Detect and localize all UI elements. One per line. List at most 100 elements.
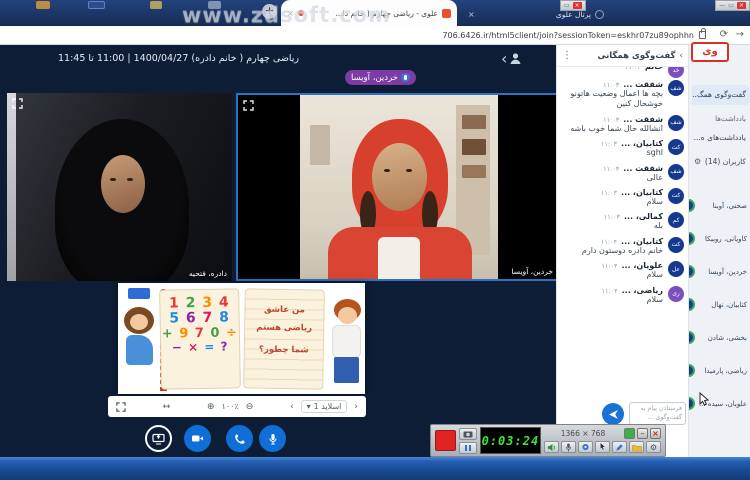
microphone-button[interactable] (259, 425, 286, 452)
webcam-label: دادره، فتحیه (189, 269, 227, 278)
zoom-in-icon[interactable]: ⊕ (207, 402, 215, 412)
chat-header: ⋮ گفت‌وگوی همگانی ‹ (557, 45, 688, 67)
tab-favicon (595, 10, 604, 19)
back-icon[interactable]: → (736, 29, 744, 40)
teacher-face (101, 155, 145, 213)
slide-numbers: 1 2 3 4 (160, 289, 238, 312)
webcam-icon (191, 432, 204, 445)
meeting-title: ریاضی چهارم ( خانم دادره) 1400/04/27 | 1… (58, 53, 302, 64)
chevron-left-icon: ‹ (501, 49, 507, 68)
slide-numbers: − × = ? (161, 340, 239, 355)
desktop-icon (88, 1, 105, 9)
talking-indicator[interactable]: خردین، آویسا (345, 70, 416, 85)
fit-to-width-icon[interactable]: ↔ (163, 402, 171, 412)
cursor-capture-button[interactable] (595, 441, 610, 453)
sidebar-item-public-chat[interactable]: گفت‌وگوی همگ... (692, 85, 750, 105)
slide-selector[interactable]: اسلاید 1 ▾ (301, 400, 348, 413)
open-folder-button[interactable] (629, 441, 644, 453)
kebab-menu-icon[interactable]: ⋮ (562, 50, 572, 61)
avatar (689, 331, 695, 344)
chat-message: شف شفقت ...۱۱:۰۳ عالی (562, 160, 684, 184)
user-list-item[interactable]: ریاضی، پارمیدا (689, 358, 750, 384)
sidebar-item-shared-notes[interactable]: یادداشت‌های ه... (694, 133, 746, 142)
chevron-left-icon[interactable]: ‹ (679, 51, 683, 61)
user-list-toggle[interactable]: ‹ (501, 50, 531, 67)
tab-favicon (442, 9, 451, 18)
talking-indicator-label: خردین، آویسا (351, 73, 398, 83)
webcam-teacher: دادره، فتحیه (7, 93, 232, 281)
windows-taskbar (0, 457, 750, 480)
window-controls[interactable]: —▭× (715, 0, 750, 11)
camera-icon (463, 430, 473, 438)
webcam-button[interactable] (578, 441, 593, 453)
avatar (689, 298, 695, 311)
browser-tab-inactive[interactable]: × پرتال علوی (462, 2, 610, 26)
slide-text: من عاشق ریاضی هستم شما چطور؟ (245, 289, 324, 360)
stop-recording-button[interactable] (435, 430, 456, 451)
speaker-button[interactable] (544, 441, 559, 453)
chat-message: کت کتابیان، ...۱۱:۰۳ سلام (562, 184, 684, 208)
chat-message-list[interactable]: خد خانم۱۱:۰۲ شف شفقت ...۱۱:۰۳ بچه ها اعم… (557, 67, 689, 399)
microphone-button[interactable] (561, 441, 576, 453)
screenshare-icon (152, 432, 165, 445)
pencil-icon (615, 443, 624, 452)
avatar: ری (668, 286, 684, 302)
portal-logo[interactable]: وی (691, 42, 729, 62)
send-message-button[interactable] (602, 403, 624, 425)
desktop-icon (36, 1, 50, 9)
user-list-item[interactable]: بخشی، شادن (689, 325, 750, 351)
fullscreen-icon[interactable] (243, 100, 254, 111)
presentation-slide[interactable]: 1 2 3 4 5 6 7 8 + 9 7 0 ÷ − × = ? من عاش… (118, 283, 365, 394)
avatar (689, 397, 695, 410)
screenshot-button[interactable] (459, 428, 477, 440)
previous-slide-icon[interactable]: › (354, 402, 358, 412)
phone-button[interactable] (226, 425, 253, 452)
screenshare-button[interactable] (145, 425, 172, 452)
window-controls[interactable]: ▭× (560, 0, 586, 11)
user-list-item[interactable]: کاویانی، روبیکا (689, 226, 750, 252)
user-list-item[interactable]: صحنی، آوینا (689, 193, 750, 219)
avatar: کت (668, 237, 684, 253)
url-text[interactable]: 706.6426.ir/html5client/join?sessionToke… (442, 31, 694, 40)
slide-decoration (128, 288, 150, 299)
chat-message: شف شفقت ...۱۱:۰۳ انشالله حال شما خوب باش… (562, 111, 684, 135)
zoom-level: ۱۰۰٪ (222, 402, 239, 411)
capture-resolution: 1366 × 768 (544, 429, 622, 438)
chat-message: کت کتابیان، ...۱۱:۰۳ sghl (562, 135, 684, 159)
fullscreen-icon[interactable] (116, 402, 126, 412)
student-face (372, 143, 427, 211)
fullscreen-icon[interactable] (12, 98, 23, 109)
users-section-header: کاربران (14) ⚙ (692, 157, 746, 166)
pause-recording-button[interactable] (459, 442, 477, 454)
webcam-label: خردین، آویسا (512, 267, 553, 276)
desktop-icon (150, 1, 162, 9)
zoom-out-icon[interactable]: ⊖ (246, 402, 254, 412)
webcam-button[interactable] (184, 425, 211, 452)
annotate-button[interactable] (612, 441, 627, 453)
minimize-button[interactable]: – (637, 428, 648, 439)
close-button[interactable]: × (650, 428, 661, 439)
mouse-cursor (698, 392, 711, 407)
notes-section-header: یادداشت‌ها (715, 115, 746, 123)
user-list-item[interactable]: خردین، آویسا (689, 259, 750, 285)
avatar: کت (668, 188, 684, 204)
recorder-watermark: www.zdsoft.com (182, 3, 391, 27)
tab-close-icon[interactable]: × (468, 10, 475, 19)
chat-message: ری ریاضی، ...۱۱:۰۴ سلام (562, 282, 684, 306)
microphone-icon (267, 433, 279, 445)
chat-message: کت کتابیان، ...۱۱:۰۴ خانم دادره دوستون د… (562, 233, 684, 257)
avatar: شف (668, 80, 684, 96)
reload-icon[interactable]: ⟳ (720, 29, 728, 40)
chat-message: کم کمالی، ...۱۱:۰۳ بله (562, 208, 684, 232)
window-light (7, 93, 16, 281)
student-video-frame (300, 95, 498, 279)
avatar (689, 364, 695, 377)
chat-input[interactable]: فرستادن پیام به گفت‌وگوی ... (629, 402, 686, 425)
panel-button[interactable] (624, 428, 635, 439)
settings-button[interactable]: ⚙ (646, 441, 661, 453)
gear-icon[interactable]: ⚙ (694, 157, 701, 166)
slide-number-label: اسلاید 1 (314, 402, 342, 411)
user-list-item[interactable]: کتابیان، نهال (689, 292, 750, 318)
next-slide-icon[interactable]: ‹ (290, 402, 294, 412)
webcam-student-active: خردین، آویسا (236, 93, 560, 281)
